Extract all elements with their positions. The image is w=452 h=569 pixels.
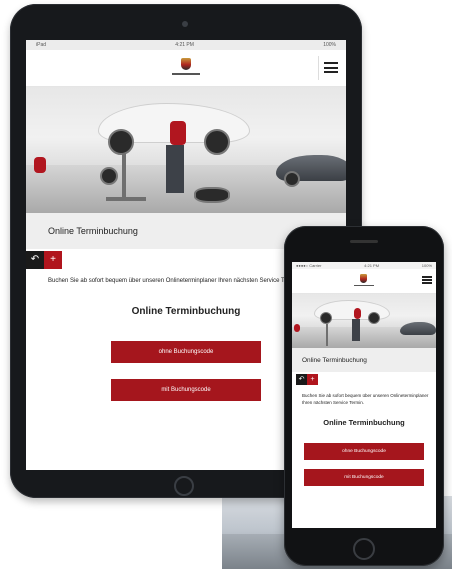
phone-site-header xyxy=(292,269,436,294)
brand-wordmark xyxy=(172,73,200,75)
phone-status-battery: 100% xyxy=(421,263,432,268)
tablet-hero-image xyxy=(26,87,346,213)
menu-icon[interactable] xyxy=(422,276,432,284)
menu-icon[interactable] xyxy=(318,56,338,80)
without-booking-code-button[interactable]: ohne Buchungscode xyxy=(111,341,261,363)
tablet-status-bar: iPad 4:21 PM 100% xyxy=(26,40,346,50)
tablet-status-carrier: iPad xyxy=(36,42,47,48)
phone-status-carrier: ●●●●○ Carrier xyxy=(296,263,322,268)
phone-intro-text: Buchen Sie ab sofort bequem über unseren… xyxy=(302,393,429,405)
back-arrow-icon[interactable]: ↶ xyxy=(296,374,307,385)
phone-nav-buttons: ↶ + xyxy=(292,372,436,388)
phone-home-button[interactable] xyxy=(353,538,375,560)
phone-speaker xyxy=(350,240,378,243)
phone-hero-image xyxy=(292,294,436,348)
phone-section-title: Online Terminbuchung xyxy=(292,348,436,372)
phone-status-time: 4:21 PM xyxy=(364,263,380,268)
plus-icon[interactable]: + xyxy=(307,374,318,385)
porsche-crest-logo[interactable] xyxy=(181,58,191,70)
phone-status-bar: ●●●●○ Carrier 4:21 PM 100% xyxy=(292,262,436,269)
plus-icon[interactable]: + xyxy=(44,251,62,269)
tablet-camera xyxy=(182,21,188,27)
tablet-site-header xyxy=(26,50,346,87)
tablet-status-time: 4:21 PM xyxy=(175,42,194,48)
phone-device: ●●●●○ Carrier 4:21 PM 100% Online Termin… xyxy=(284,226,444,566)
phone-screen: ●●●●○ Carrier 4:21 PM 100% Online Termin… xyxy=(292,262,436,528)
without-booking-code-button[interactable]: ohne Buchungscode xyxy=(304,443,424,460)
tablet-home-button[interactable] xyxy=(174,476,194,496)
back-arrow-icon[interactable]: ↶ xyxy=(26,251,44,269)
brand-wordmark xyxy=(354,285,374,286)
tablet-status-battery: 100% xyxy=(323,42,336,48)
with-booking-code-button[interactable]: mit Buchungscode xyxy=(111,379,261,401)
porsche-crest-logo[interactable] xyxy=(360,274,367,283)
with-booking-code-button[interactable]: mit Buchungscode xyxy=(304,469,424,486)
phone-form-title: Online Terminbuchung xyxy=(323,418,405,427)
